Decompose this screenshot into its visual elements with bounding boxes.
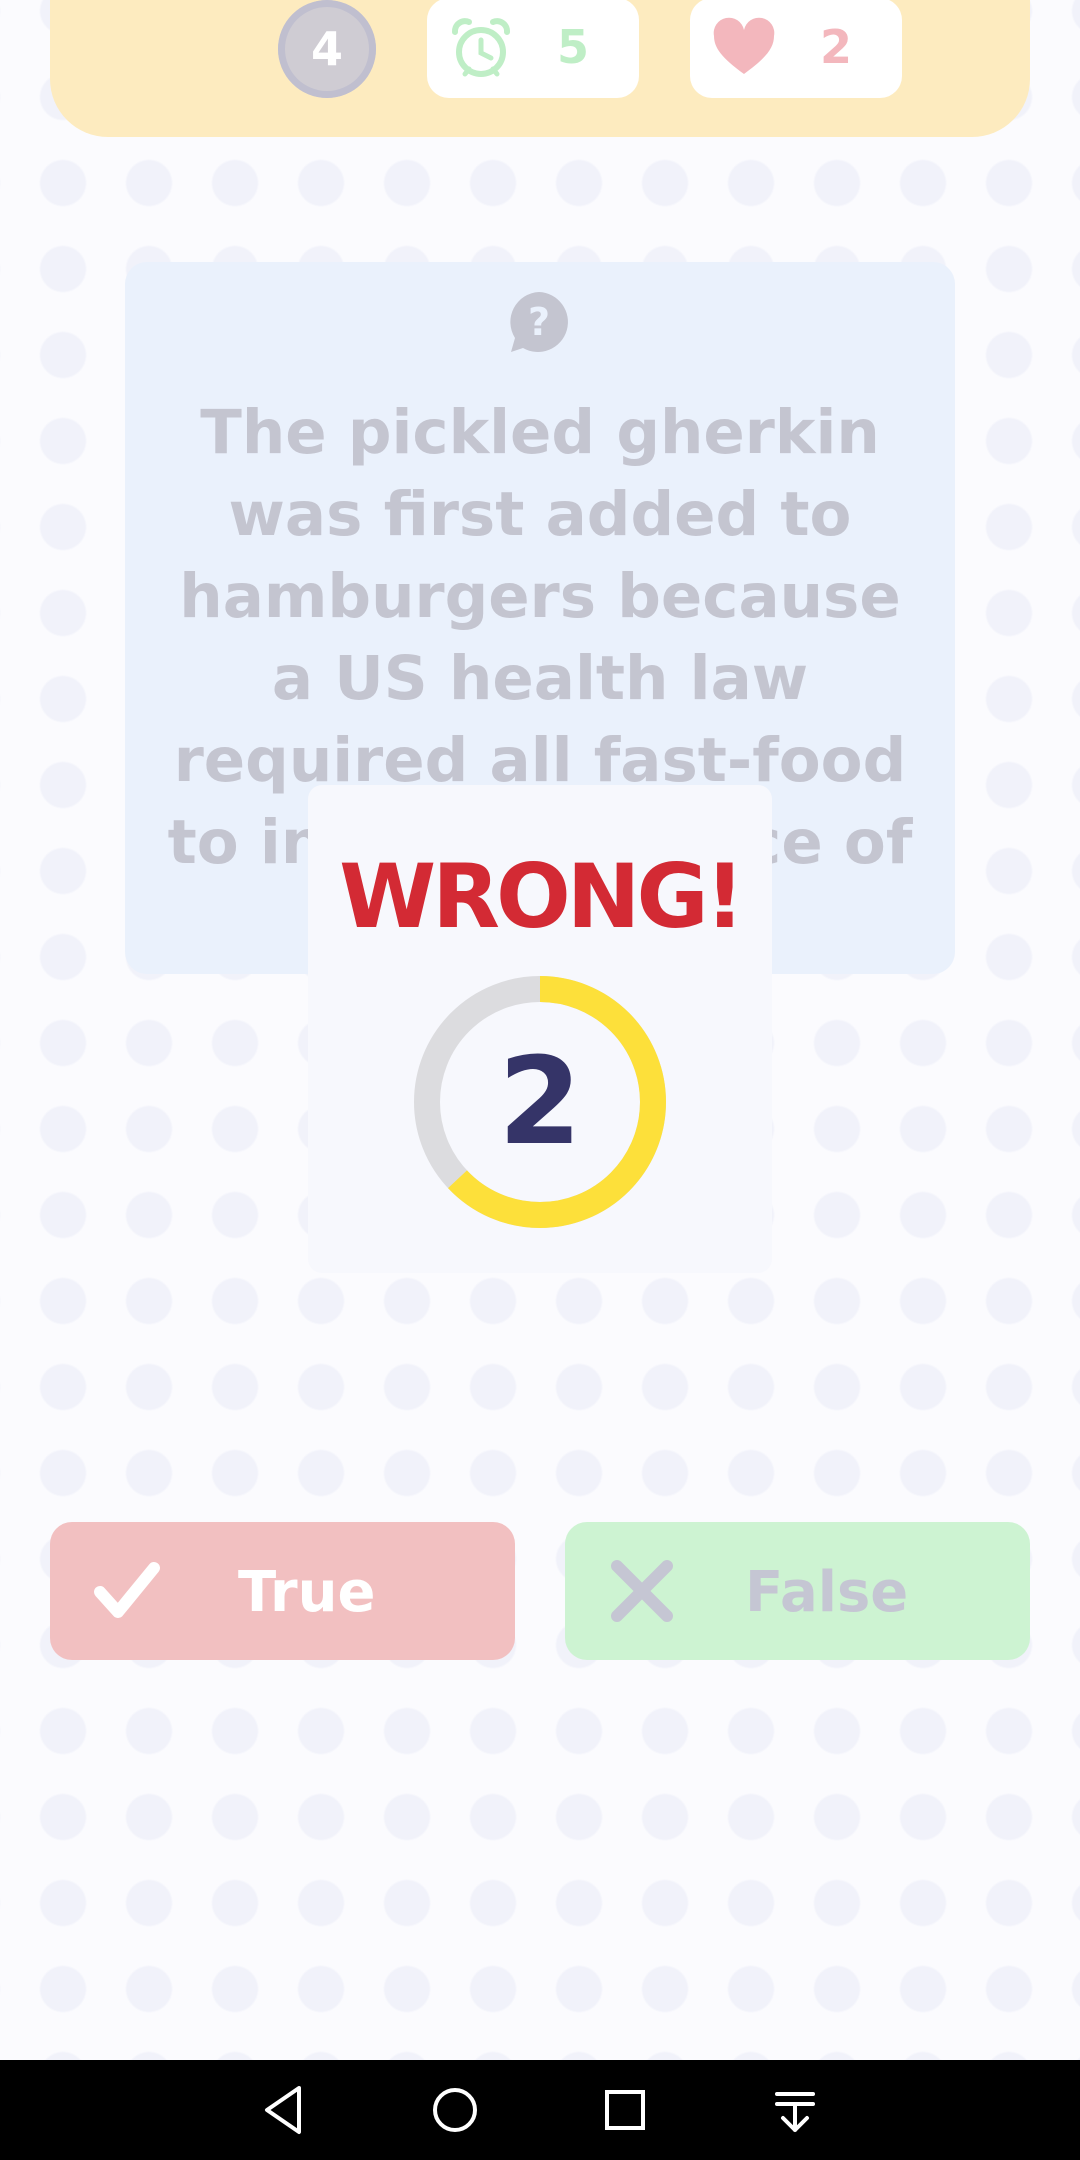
true-button[interactable]: True bbox=[50, 1522, 515, 1660]
lives-pill: 2 bbox=[690, 0, 902, 98]
back-icon[interactable] bbox=[255, 2080, 315, 2140]
result-popup: WRONG! 2 bbox=[308, 785, 772, 1273]
svg-text:?: ? bbox=[528, 300, 550, 344]
question-bubble-icon: ? bbox=[510, 292, 568, 352]
status-bar: 4 5 2 bbox=[50, 0, 1030, 137]
countdown-number: 2 bbox=[498, 1032, 582, 1172]
home-icon[interactable] bbox=[425, 2080, 485, 2140]
result-title: WRONG! bbox=[339, 845, 745, 948]
level-badge: 4 bbox=[278, 0, 376, 98]
false-button-label: False bbox=[745, 1560, 909, 1625]
recents-icon[interactable] bbox=[595, 2080, 655, 2140]
heart-icon bbox=[713, 17, 775, 74]
timer-pill: 5 bbox=[427, 0, 639, 98]
timer-value: 5 bbox=[557, 20, 590, 74]
lives-value: 2 bbox=[820, 20, 853, 74]
false-button[interactable]: False bbox=[565, 1522, 1030, 1660]
checkmark-icon bbox=[94, 1562, 160, 1618]
cross-icon bbox=[611, 1560, 673, 1622]
true-button-label: True bbox=[238, 1560, 376, 1625]
system-navigation-bar bbox=[0, 2060, 1080, 2160]
download-menu-icon[interactable] bbox=[765, 2080, 825, 2140]
alarm-clock-icon bbox=[452, 18, 510, 77]
countdown-ring: 2 bbox=[411, 973, 669, 1231]
